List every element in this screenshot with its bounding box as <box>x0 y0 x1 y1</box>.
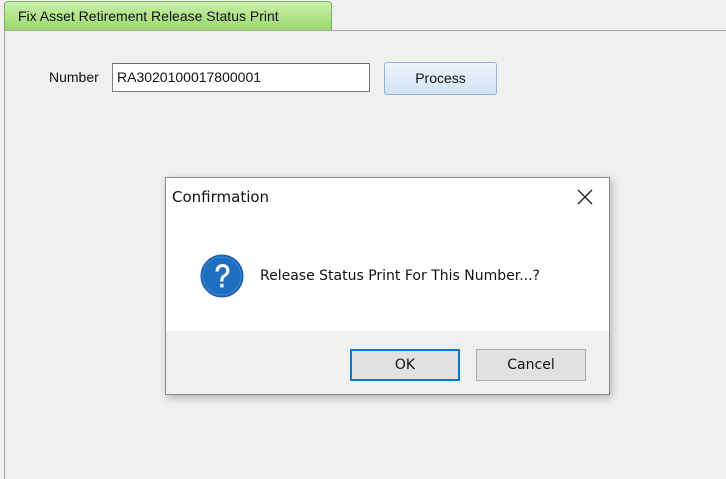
confirmation-dialog: Confirmation Release Status Print For Th… <box>165 177 610 395</box>
cancel-button[interactable]: Cancel <box>476 349 586 381</box>
dialog-message: Release Status Print For This Number...? <box>260 268 540 284</box>
dialog-body: Release Status Print For This Number...? <box>166 212 609 331</box>
process-button[interactable]: Process <box>384 62 497 95</box>
tab-fix-asset-retirement-release-status-print[interactable]: Fix Asset Retirement Release Status Prin… <box>4 1 332 30</box>
app-window: Fix Asset Retirement Release Status Prin… <box>0 0 726 479</box>
number-input[interactable]: RA3020100017800001 <box>112 63 370 92</box>
ok-button[interactable]: OK <box>350 349 460 381</box>
dialog-title: Confirmation <box>172 188 270 206</box>
dialog-footer: OK Cancel <box>166 331 609 394</box>
close-icon[interactable] <box>572 184 598 210</box>
number-label: Number <box>49 69 99 85</box>
tab-label: Fix Asset Retirement Release Status Prin… <box>18 8 279 24</box>
question-icon <box>200 254 244 298</box>
